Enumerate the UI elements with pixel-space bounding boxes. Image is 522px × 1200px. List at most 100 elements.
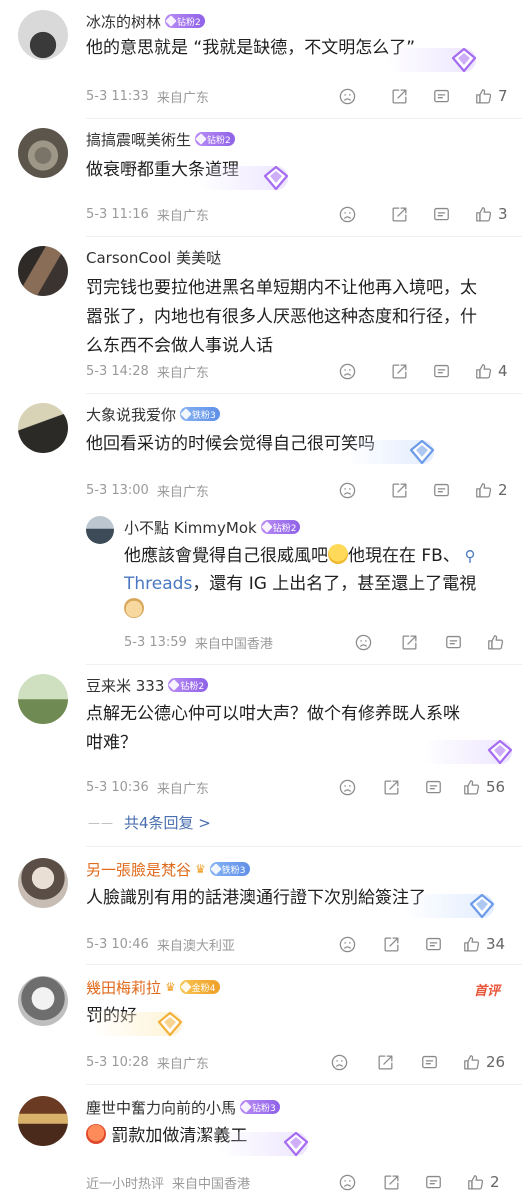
gem-icon xyxy=(165,15,177,27)
divider xyxy=(86,964,522,965)
fan-badge[interactable]: 钻粉2 xyxy=(165,14,205,28)
like-button[interactable] xyxy=(486,632,505,652)
avatar[interactable] xyxy=(18,674,68,724)
avatar[interactable] xyxy=(18,128,68,178)
gem-icon xyxy=(180,981,192,993)
comment-icon[interactable] xyxy=(432,361,451,381)
share-icon[interactable] xyxy=(382,777,401,797)
threads-link[interactable]: Threads xyxy=(124,574,192,594)
share-icon[interactable] xyxy=(400,632,419,652)
dislike-icon[interactable] xyxy=(338,361,357,381)
comment-author-row: 幾田梅莉拉 ♛ 金粉4 xyxy=(86,976,220,998)
reply-text-line: Threads，還有 IG 上出名了，甚至還上了電視 xyxy=(124,574,477,594)
dislike-icon[interactable] xyxy=(338,86,357,106)
comment-text: 人臉識別有用的話港澳通行證下次別給簽注了 xyxy=(86,888,426,908)
fan-badge[interactable]: 钻粉2 xyxy=(168,678,209,692)
fan-badge[interactable]: 钻粉2 xyxy=(195,132,235,146)
fan-badge[interactable]: 金粉4 xyxy=(179,980,220,994)
comment-meta: 5-3 11:16 来自广东 xyxy=(86,206,209,224)
reply-text-line xyxy=(124,596,144,625)
avatar[interactable] xyxy=(18,1096,68,1146)
comment-icon[interactable] xyxy=(432,480,451,500)
username[interactable]: 搞搞震嘅美術生 xyxy=(86,129,191,150)
dislike-icon[interactable] xyxy=(354,632,373,652)
comment-text: 他回看采访的时候会觉得自己很可笑吗 xyxy=(86,434,375,454)
comment-icon[interactable] xyxy=(432,204,451,224)
comment-icon[interactable] xyxy=(432,86,451,106)
like-button[interactable]: 34 xyxy=(462,934,505,954)
comment-meta: 5-3 10:36 来自广东 xyxy=(86,779,209,797)
divider xyxy=(86,393,522,394)
username[interactable]: 另一張臉是梵谷 xyxy=(86,859,191,880)
dislike-icon[interactable] xyxy=(338,1172,357,1192)
username[interactable]: 塵世中奮力向前的小馬 xyxy=(86,1097,236,1118)
gem-decoration-icon xyxy=(386,46,482,74)
dislike-icon[interactable] xyxy=(338,480,357,500)
avatar[interactable] xyxy=(18,10,68,60)
avatar[interactable] xyxy=(18,976,68,1026)
like-button[interactable]: 2 xyxy=(466,1172,500,1192)
dots-decoration: —— xyxy=(88,815,114,830)
comment-meta: 近一小时热评 来自中国香港 xyxy=(86,1176,251,1192)
divider xyxy=(86,664,522,665)
avatar[interactable] xyxy=(18,403,68,453)
share-icon[interactable] xyxy=(390,86,409,106)
like-button[interactable]: 4 xyxy=(474,361,508,381)
comment-text-line: 点解无公德心仲可以咁大声？做个有修养既人系咪 xyxy=(86,704,460,724)
gem-icon xyxy=(240,1101,252,1113)
comment-author-row: 豆来米 333 钻粉2 xyxy=(86,674,209,696)
divider xyxy=(86,236,522,237)
fan-badge[interactable]: 铁粉3 xyxy=(209,862,250,876)
dislike-icon[interactable] xyxy=(330,1052,349,1072)
dislike-icon[interactable] xyxy=(338,777,357,797)
comment-text-line: 罚完钱也要拉他进黑名单短期内不让他再入境吧，太 xyxy=(86,278,477,298)
search-icon[interactable]: ⚲ xyxy=(460,547,476,565)
like-button[interactable]: 7 xyxy=(474,86,508,106)
username[interactable]: 豆来米 333 xyxy=(86,675,164,696)
gem-decoration-icon xyxy=(344,438,440,466)
like-icon xyxy=(474,87,493,106)
username[interactable]: 冰冻的树林 xyxy=(86,11,161,32)
avatar[interactable] xyxy=(18,246,68,296)
like-button[interactable]: 3 xyxy=(474,204,508,224)
view-more-replies-link[interactable]: —— 共4条回复 > xyxy=(88,812,211,833)
share-icon[interactable] xyxy=(390,204,409,224)
dislike-icon[interactable] xyxy=(338,934,357,954)
username[interactable]: 幾田梅莉拉 xyxy=(86,977,161,998)
comment-icon[interactable] xyxy=(424,1172,443,1192)
username[interactable]: 大象说我爱你 xyxy=(86,404,176,425)
doge-emoji-icon xyxy=(124,598,144,618)
comment-meta: 5-3 14:28 来自广东 xyxy=(86,363,209,381)
fan-badge[interactable]: 铁粉3 xyxy=(180,407,220,421)
comment-icon[interactable] xyxy=(444,632,463,652)
dislike-icon[interactable] xyxy=(338,204,357,224)
reply-username[interactable]: 小不點 KimmyMok xyxy=(124,517,257,538)
username[interactable]: CarsonCool 美美哒 xyxy=(86,247,221,268)
crown-icon: ♛ xyxy=(195,862,206,876)
reply-avatar[interactable] xyxy=(86,516,114,544)
crown-icon: ♛ xyxy=(165,980,176,994)
comment-meta: 5-3 13:00 来自广东 xyxy=(86,482,209,500)
share-icon[interactable] xyxy=(376,1052,395,1072)
comment-meta: 5-3 10:46 来自澳大利亚 xyxy=(86,936,235,954)
share-icon[interactable] xyxy=(382,1172,401,1192)
comment-text-line: 么东西不会做人事说人话 xyxy=(86,336,273,356)
like-button[interactable]: 56 xyxy=(462,777,505,797)
comment-icon[interactable] xyxy=(420,1052,439,1072)
fan-badge[interactable]: 钻粉3 xyxy=(240,1100,280,1114)
fan-badge[interactable]: 钻粉2 xyxy=(260,520,301,534)
comment-icon[interactable] xyxy=(424,777,443,797)
gem-decoration-icon xyxy=(404,892,500,920)
gem-icon xyxy=(210,863,222,875)
share-icon[interactable] xyxy=(390,361,409,381)
avatar[interactable] xyxy=(18,858,68,908)
comment-author-row: 另一張臉是梵谷 ♛ 铁粉3 xyxy=(86,858,250,880)
like-icon xyxy=(462,935,481,954)
share-icon[interactable] xyxy=(382,934,401,954)
first-comment-badge: 首评 xyxy=(473,984,500,999)
gem-decoration-icon xyxy=(218,1130,314,1158)
share-icon[interactable] xyxy=(390,480,409,500)
like-button[interactable]: 26 xyxy=(462,1052,505,1072)
comment-icon[interactable] xyxy=(424,934,443,954)
like-button[interactable]: 2 xyxy=(474,480,508,500)
